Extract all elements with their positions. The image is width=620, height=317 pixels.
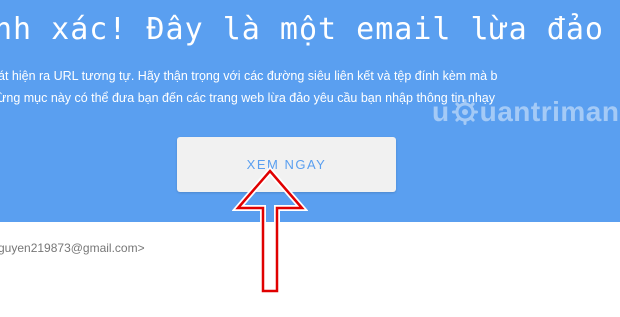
warning-text-line-1: át hiện ra URL tương tự. Hãy thận trọng … <box>0 69 498 83</box>
watermark-text-right: uantrimang <box>479 96 620 127</box>
watermark-text-left: u <box>432 96 450 127</box>
sender-email: guyen219873@gmail.com> <box>0 241 145 255</box>
warning-text-line-2: ừng mục này có thể đưa bạn đến các trang… <box>0 91 495 105</box>
warning-headline: nh xác! Đây là một email lừa đảo <box>0 12 604 47</box>
watermark: u uantrimang <box>432 96 620 128</box>
email-view: nh xác! Đây là một email lừa đảo át hiện… <box>0 0 620 317</box>
up-arrow-icon <box>232 166 308 294</box>
gear-icon <box>451 99 478 125</box>
phishing-warning-banner: nh xác! Đây là một email lừa đảo át hiện… <box>0 0 620 222</box>
